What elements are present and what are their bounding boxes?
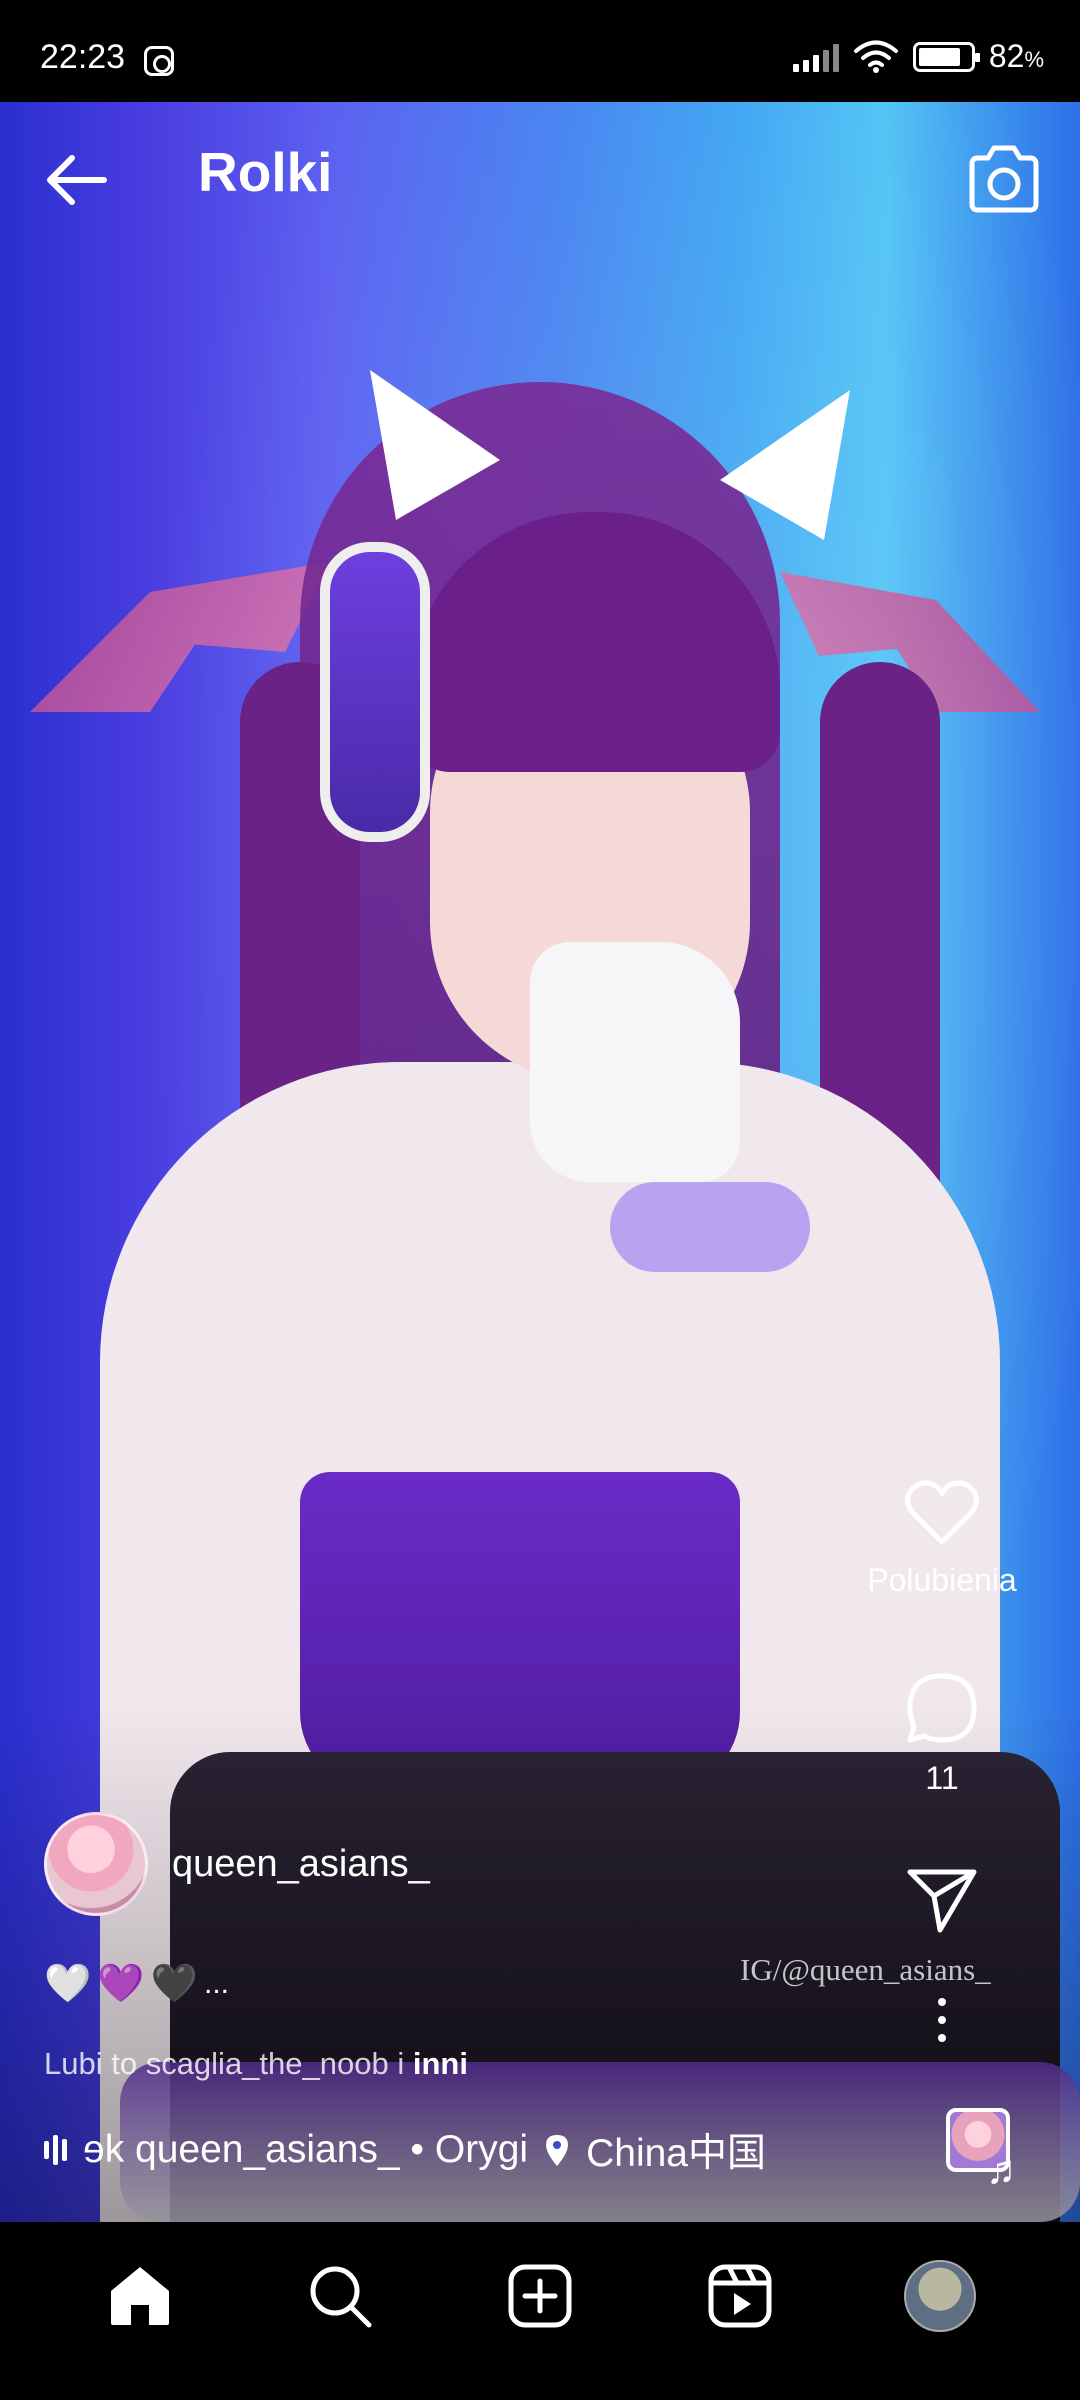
- audio-row[interactable]: ɘk queen_asians_ • Orygi China中国: [44, 2122, 766, 2178]
- back-button[interactable]: [40, 142, 116, 218]
- nav-search[interactable]: [300, 2256, 380, 2336]
- liked-by[interactable]: Lubi to scaglia_the_noob i inni: [44, 2046, 468, 2082]
- page-title: Rolki: [198, 141, 333, 203]
- status-right: 82%: [792, 38, 1044, 75]
- caption-emoji-purple-heart: 💜: [97, 1963, 145, 2005]
- like-label: Polubienia: [867, 1562, 1017, 1598]
- comments-count: 11: [925, 1760, 959, 1796]
- location-text[interactable]: China中国: [586, 2122, 766, 2178]
- music-note-icon: ♫: [986, 2148, 1016, 2192]
- post-author[interactable]: queen_asians_: [44, 1812, 430, 1916]
- username[interactable]: queen_asians_: [172, 1843, 430, 1886]
- home-icon[interactable]: [107, 2263, 173, 2329]
- caption-emoji-black-heart: 🖤: [150, 1963, 198, 2005]
- liked-by-others[interactable]: inni: [413, 2046, 468, 2081]
- avatar[interactable]: [44, 1812, 148, 1916]
- instagram-icon: [144, 46, 174, 76]
- like-action[interactable]: Polubienia: [822, 1478, 1062, 1599]
- camera-icon: [969, 145, 1039, 213]
- share-action[interactable]: [822, 1866, 1062, 1934]
- comment-action[interactable]: 11: [822, 1670, 1062, 1797]
- arrow-left-icon: [47, 155, 107, 205]
- video-scrunchie: [610, 1182, 810, 1272]
- nav-profile[interactable]: [900, 2256, 980, 2336]
- liked-by-prefix: Lubi to scaglia_the_noob i: [44, 2046, 413, 2081]
- camera-button[interactable]: [964, 142, 1044, 218]
- more-icon[interactable]: [934, 1996, 950, 2044]
- profile-avatar[interactable]: [904, 2260, 976, 2332]
- video-watermark: IG/@queen_asians_: [740, 1952, 991, 1987]
- bottom-nav: [0, 2222, 1080, 2400]
- battery-percent: 82%: [988, 38, 1044, 74]
- status-bar: 22:23 82%: [0, 0, 1080, 102]
- signal-icon: [792, 42, 839, 72]
- search-icon[interactable]: [307, 2263, 373, 2329]
- video-headphone: [320, 542, 430, 842]
- reels-header: Rolki: [0, 102, 1080, 252]
- caption-emoji-white-heart: 🤍: [44, 1963, 92, 2005]
- nav-create[interactable]: [500, 2256, 580, 2336]
- audio-text[interactable]: ɘk queen_asians_ • Orygi: [83, 2128, 528, 2172]
- video-cat-ears: [370, 370, 850, 570]
- heart-icon[interactable]: [904, 1478, 980, 1548]
- comment-icon[interactable]: [904, 1670, 980, 1746]
- video-glove: [530, 942, 740, 1182]
- status-time: 22:23: [40, 38, 126, 76]
- create-icon[interactable]: [507, 2263, 573, 2329]
- caption[interactable]: 🤍 💜 🖤 ...: [44, 1962, 229, 2006]
- caption-more[interactable]: ...: [204, 1967, 229, 2001]
- battery-level: [918, 47, 960, 66]
- more-action[interactable]: [822, 1996, 1062, 2044]
- battery-icon: [912, 41, 980, 72]
- nav-reels[interactable]: [700, 2256, 780, 2336]
- nav-home[interactable]: [100, 2256, 180, 2336]
- audio-eq-icon: [44, 2133, 67, 2167]
- share-icon[interactable]: [906, 1866, 978, 1934]
- wifi-icon: [853, 40, 898, 73]
- location-pin-icon: [546, 2135, 569, 2166]
- reels-icon[interactable]: [707, 2263, 773, 2329]
